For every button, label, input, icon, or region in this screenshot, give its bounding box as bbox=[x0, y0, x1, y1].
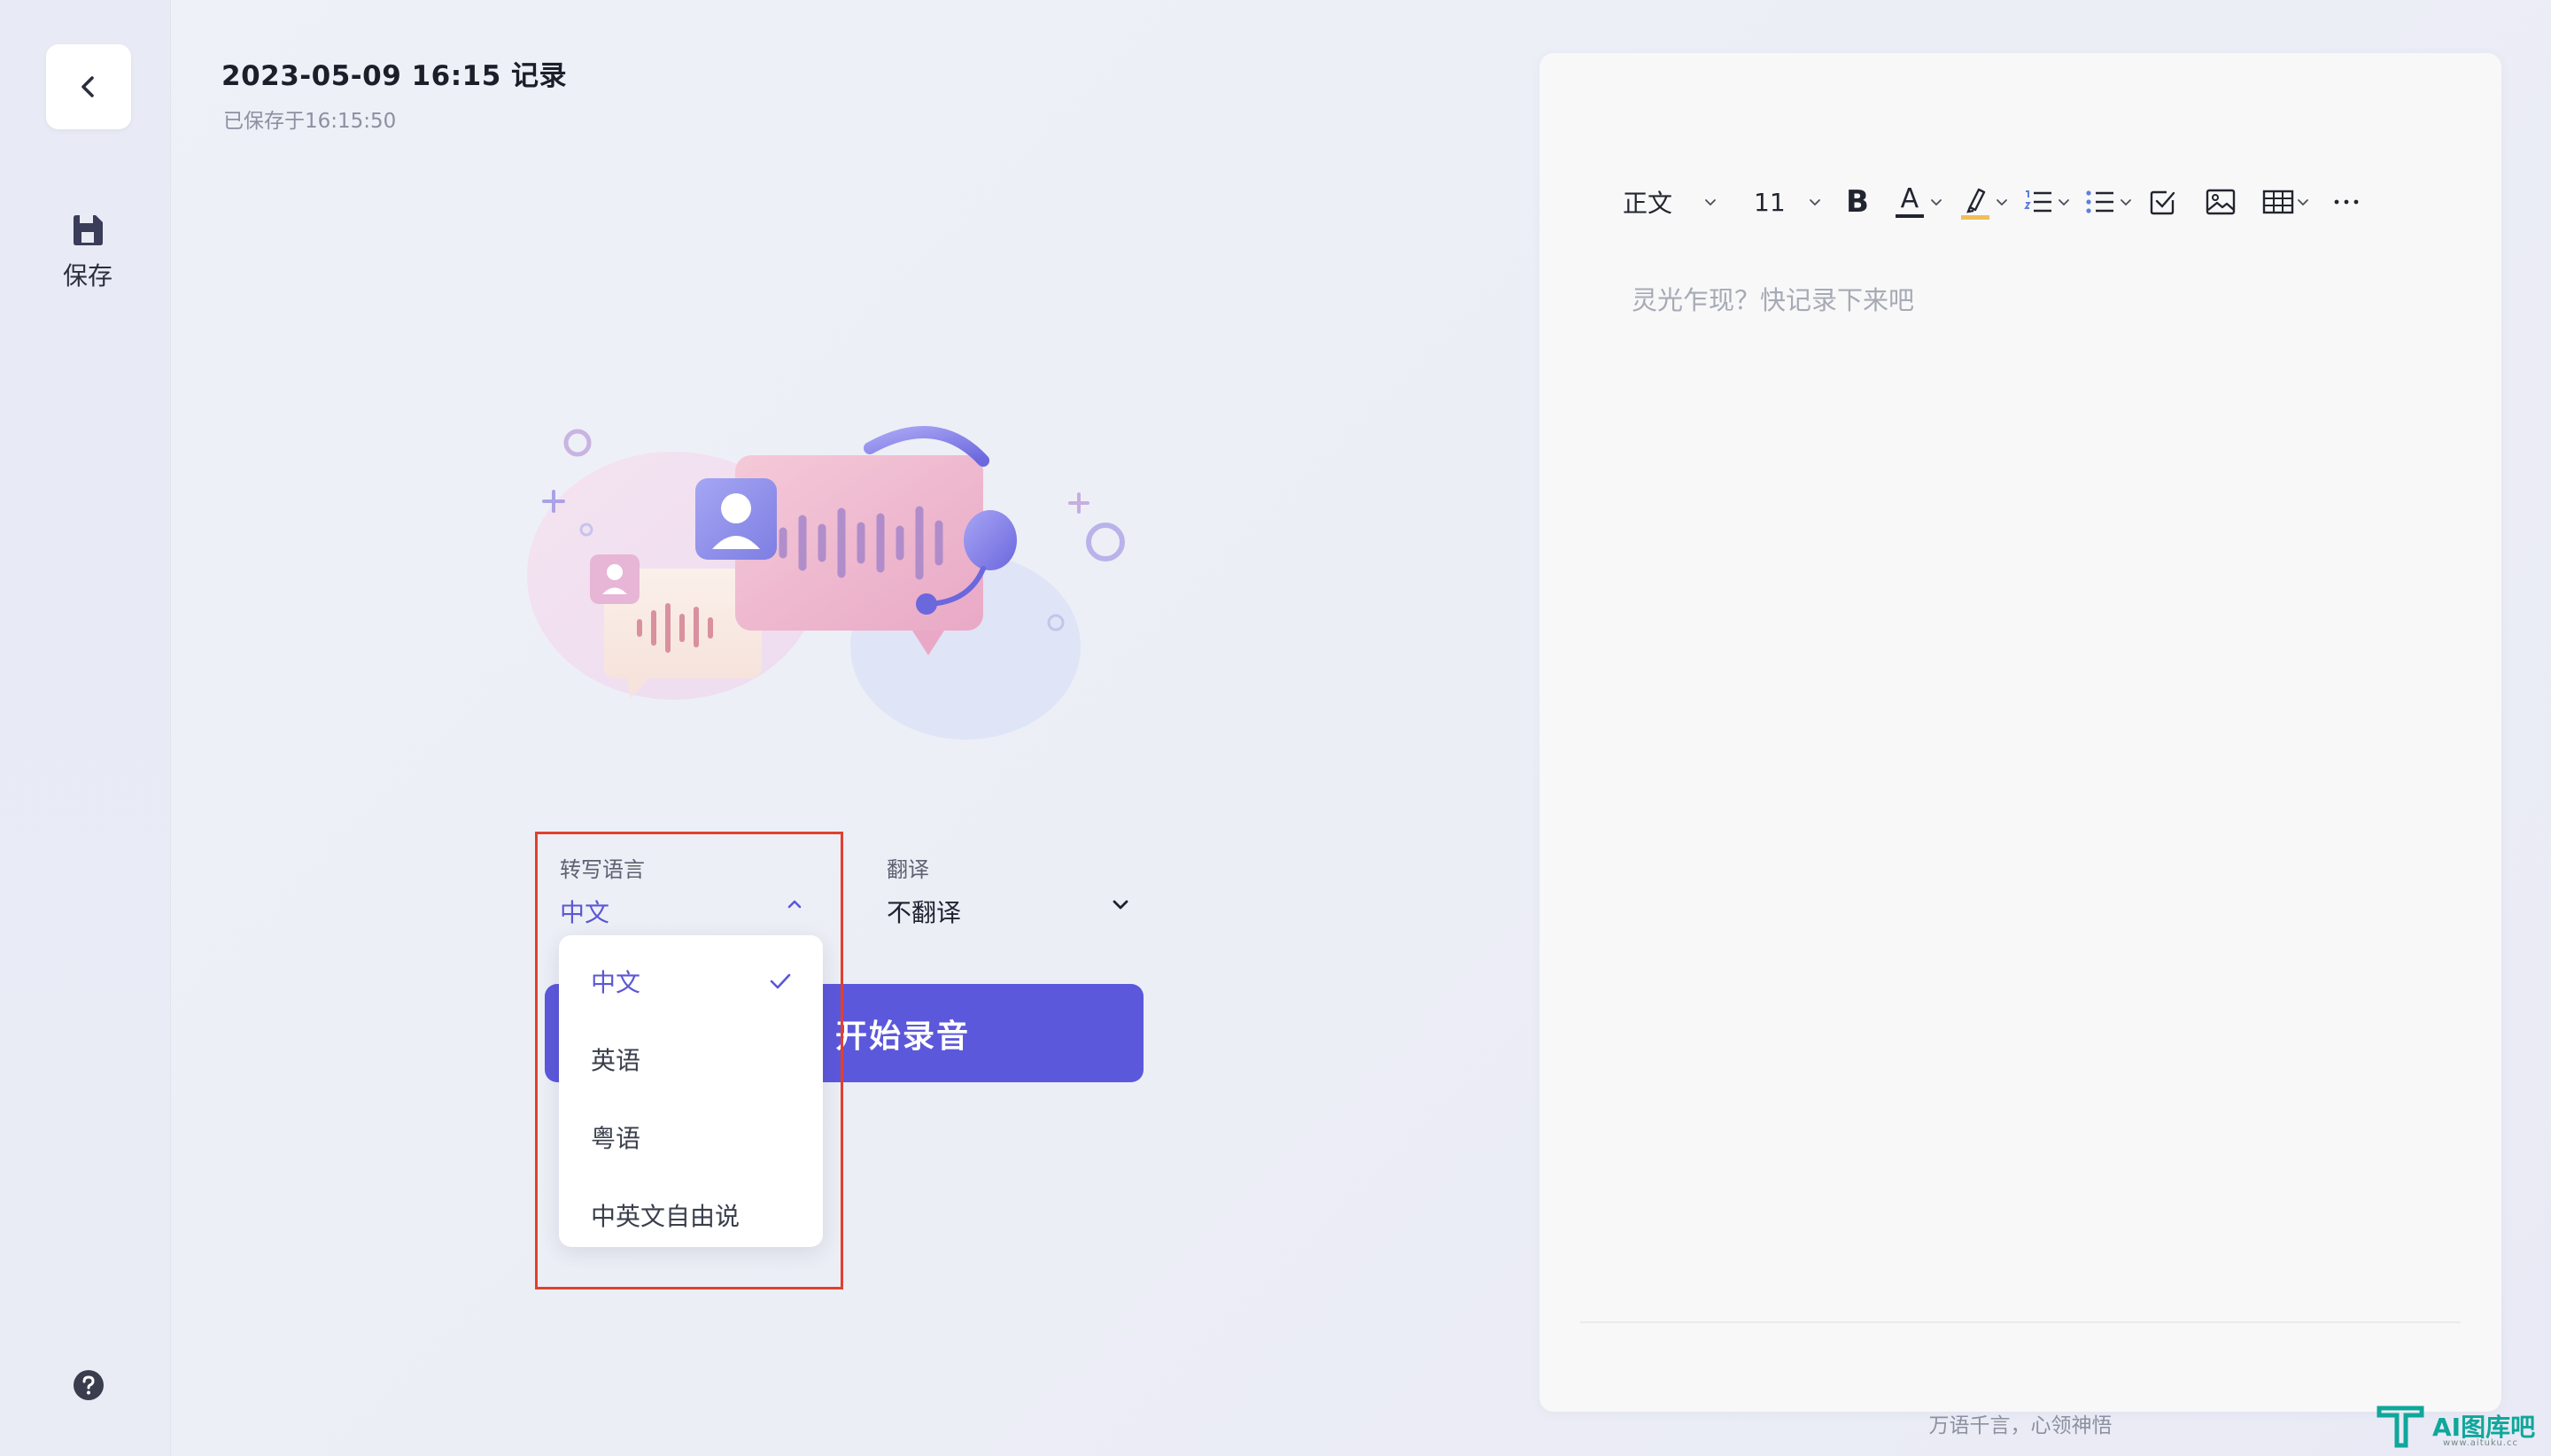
chevron-down-icon bbox=[1931, 199, 1942, 206]
transcription-language-dropdown: 中文 英语 粤语 中英文自由说 bbox=[559, 935, 823, 1247]
check-icon bbox=[770, 973, 791, 989]
language-option-chinese[interactable]: 中文 bbox=[559, 942, 823, 1020]
bullet-list-icon bbox=[2086, 190, 2113, 213]
saved-status: 已保存于16:15:50 bbox=[223, 110, 397, 133]
font-size-select[interactable]: 11 bbox=[1754, 177, 1826, 227]
translation-value: 不翻译 bbox=[887, 898, 962, 927]
insert-table-button[interactable] bbox=[2262, 177, 2310, 227]
save-icon bbox=[74, 215, 103, 245]
language-option-mixed[interactable]: 中英文自由说 bbox=[559, 1176, 823, 1254]
chevron-left-icon bbox=[81, 76, 94, 97]
help-icon[interactable] bbox=[73, 1369, 105, 1401]
chevron-down-icon bbox=[2121, 199, 2131, 206]
language-option-label: 中文 bbox=[591, 968, 641, 997]
language-option-label: 英语 bbox=[591, 1046, 641, 1075]
more-options-button[interactable] bbox=[2333, 177, 2360, 227]
transcription-language-select[interactable]: 转写语言 中文 bbox=[560, 852, 808, 929]
chevron-down-icon bbox=[1997, 199, 2007, 206]
voice-chat-illustration bbox=[527, 426, 1125, 740]
translation-select[interactable]: 翻译 不翻译 bbox=[887, 852, 1135, 929]
chevron-up-icon bbox=[787, 900, 802, 909]
paragraph-style-select[interactable]: 正文 bbox=[1623, 177, 1729, 227]
page-title: 2023-05-09 16:15 记录 bbox=[221, 60, 568, 92]
language-option-label: 中英文自由说 bbox=[591, 1202, 740, 1231]
insert-image-button[interactable] bbox=[2206, 177, 2236, 227]
ordered-list-button[interactable] bbox=[2023, 177, 2071, 227]
font-color-letter: A bbox=[1900, 183, 1919, 214]
sidebar: 保存 bbox=[0, 0, 171, 1456]
language-option-cantonese[interactable]: 粤语 bbox=[559, 1098, 823, 1176]
more-icon bbox=[2334, 199, 2359, 205]
editor-divider bbox=[1580, 1321, 2461, 1323]
image-icon bbox=[2206, 189, 2236, 215]
chevron-down-icon bbox=[2298, 199, 2308, 206]
transcription-language-label: 转写语言 bbox=[560, 857, 645, 882]
highlighter-icon bbox=[1960, 188, 1989, 220]
chevron-down-icon bbox=[2059, 199, 2069, 206]
save-button[interactable]: 保存 bbox=[35, 213, 140, 292]
font-color-button[interactable]: A bbox=[1895, 177, 1943, 227]
editor-footer: 万语千言，心领神悟 bbox=[1928, 1414, 2113, 1437]
ordered-list-icon bbox=[2024, 190, 2051, 213]
language-option-label: 粤语 bbox=[591, 1124, 641, 1153]
save-label: 保存 bbox=[62, 261, 112, 290]
chevron-down-icon bbox=[1113, 900, 1128, 910]
editor-placeholder[interactable]: 灵光乍现？快记录下来吧 bbox=[1632, 280, 1914, 317]
bold-button[interactable]: B bbox=[1846, 177, 1869, 227]
paragraph-style-value: 正文 bbox=[1623, 189, 1673, 218]
translation-label: 翻译 bbox=[887, 857, 929, 882]
font-size-value: 11 bbox=[1754, 187, 1786, 217]
table-icon bbox=[2262, 190, 2294, 214]
chevron-down-icon bbox=[1705, 199, 1716, 206]
highlight-color-button[interactable] bbox=[1959, 177, 2009, 227]
bold-icon: B bbox=[1846, 184, 1869, 220]
app-root: 保存 2023-05-09 16:15 记录 已保存于16:15:50 转写语言… bbox=[0, 0, 2551, 1456]
notes-editor: 正文 11 B A 灵光乍现？快记录下来吧 万语千言，心领神悟 bbox=[1539, 53, 2501, 1437]
transcription-language-value: 中文 bbox=[560, 898, 610, 927]
editor-toolbar: 正文 11 B A bbox=[1623, 177, 2360, 227]
font-color-icon: A bbox=[1895, 183, 1924, 218]
bullet-list-button[interactable] bbox=[2085, 177, 2133, 227]
watermark-subtext: www.aituku.cc bbox=[2443, 1438, 2518, 1448]
chevron-down-icon bbox=[1809, 199, 1820, 206]
language-option-english[interactable]: 英语 bbox=[559, 1020, 823, 1098]
checkbox-icon bbox=[2150, 190, 2175, 215]
back-button[interactable] bbox=[46, 44, 131, 129]
checklist-button[interactable] bbox=[2149, 177, 2177, 227]
watermark-logo: AI图库吧 www.aituku.cc bbox=[2374, 1396, 2551, 1456]
watermark-logo-icon bbox=[2377, 1406, 2424, 1448]
